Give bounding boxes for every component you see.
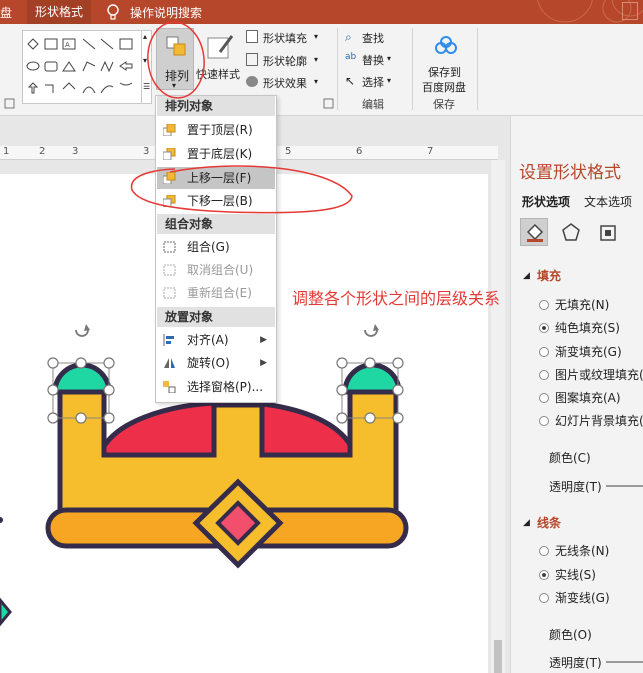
radio-button: [539, 347, 549, 357]
fill-line-tab-button[interactable]: [520, 218, 548, 246]
radio-button: [539, 323, 549, 333]
paint-bucket-icon: [526, 223, 544, 242]
fill-option-label: 图案填充(A): [555, 391, 621, 405]
line-option-solid[interactable]: 实线(S): [539, 566, 596, 582]
fill-option-label: 幻灯片背景填充(B): [555, 414, 643, 428]
fill-option-gradient[interactable]: 渐变填充(G): [539, 343, 622, 359]
radio-button: [539, 546, 549, 556]
radio-button: [539, 300, 549, 310]
radio-button: [539, 393, 549, 403]
line-color-label: 颜色(O): [549, 628, 592, 642]
pentagon-icon[interactable]: [561, 222, 581, 242]
line-option-none[interactable]: 无线条(N): [539, 542, 609, 558]
line-option-label: 渐变线(G): [555, 591, 610, 605]
radio-button: [539, 593, 549, 603]
line-option-label: 无线条(N): [555, 544, 610, 558]
collapse-arrow-icon[interactable]: ◢: [523, 271, 530, 281]
fill-option-label: 图片或纹理填充(P): [555, 368, 643, 382]
fill-option-label: 无填充(N): [555, 298, 610, 312]
size-properties-icon[interactable]: [597, 222, 619, 244]
line-option-gradient[interactable]: 渐变线(G): [539, 589, 610, 605]
fill-color-label: 颜色(C): [549, 451, 591, 465]
line-transparency-label: 透明度(T): [549, 656, 602, 670]
tab-shape-options[interactable]: 形状选项: [522, 193, 570, 210]
fill-option-label: 渐变填充(G): [555, 345, 622, 359]
transparency-slider[interactable]: [606, 485, 643, 487]
radio-button: [539, 570, 549, 580]
fill-option-pattern[interactable]: 图案填充(A): [539, 389, 621, 405]
radio-button: [539, 370, 549, 380]
fill-transparency-label: 透明度(T): [549, 480, 602, 494]
line-transparency-slider[interactable]: [606, 661, 643, 663]
tab-text-options[interactable]: 文本选项: [584, 193, 632, 210]
fill-option-slide-bg[interactable]: 幻灯片背景填充(B): [539, 412, 643, 428]
collapse-arrow-icon[interactable]: ◢: [523, 518, 530, 528]
pane-title: 设置形状格式: [519, 163, 621, 183]
fill-option-no-fill[interactable]: 无填充(N): [539, 296, 609, 312]
line-section-title: 线条: [537, 516, 562, 530]
line-option-label: 实线(S): [555, 568, 596, 582]
fill-section-title: 填充: [537, 269, 562, 283]
fill-option-picture[interactable]: 图片或纹理填充(P): [539, 366, 643, 382]
radio-button: [539, 416, 549, 426]
format-shape-pane: 设置形状格式 形状选项 文本选项 ◢ 填充 无填充(N) 纯色填充(S) 渐变填…: [510, 116, 643, 673]
fill-option-label: 纯色填充(S): [555, 321, 620, 335]
fill-option-solid[interactable]: 纯色填充(S): [539, 319, 620, 335]
